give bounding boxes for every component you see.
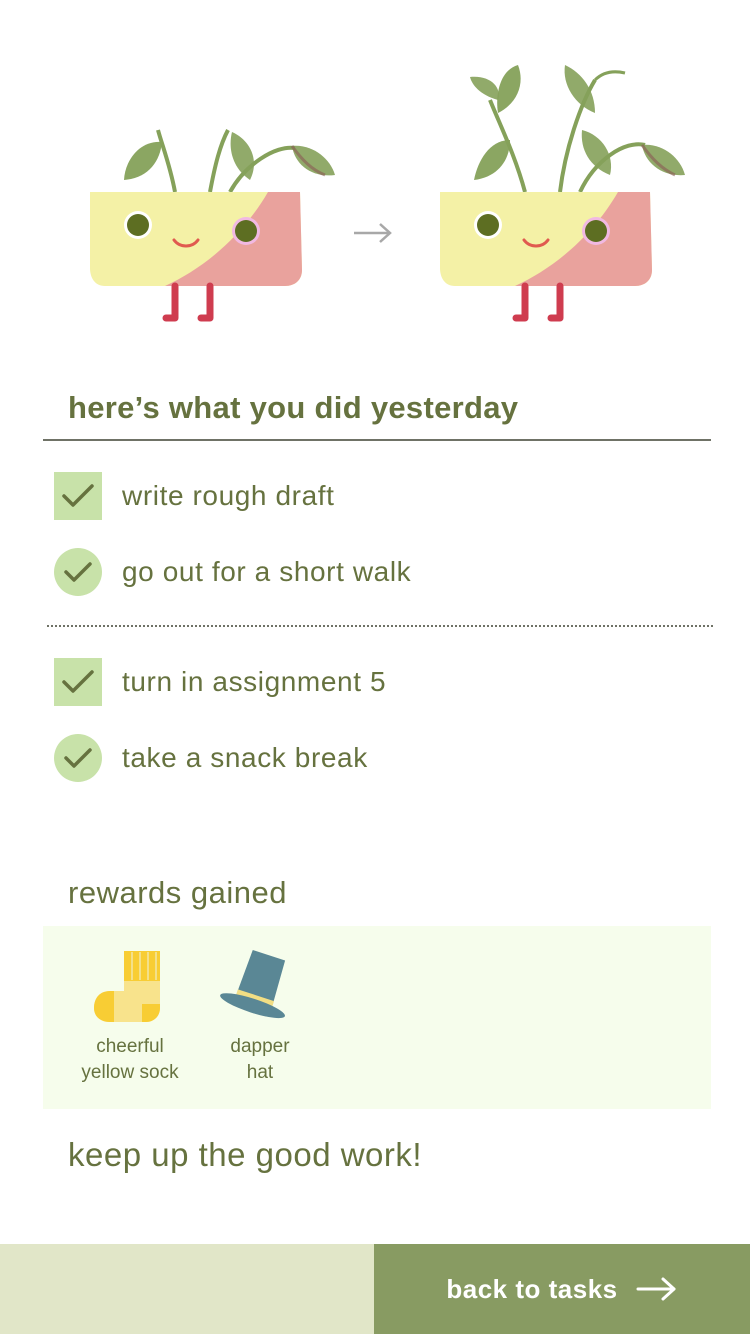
radio-checked[interactable] [54, 548, 102, 596]
checkmark-icon [62, 484, 94, 507]
task-item[interactable]: write rough draft [54, 472, 694, 520]
back-to-tasks-label: back to tasks [446, 1273, 618, 1304]
plant-pot-grown-icon [440, 65, 685, 322]
plant-pot-small-icon [90, 129, 335, 322]
arrow-right-icon [636, 1277, 676, 1301]
arrow-right-icon [354, 223, 392, 243]
task-divider [47, 625, 713, 627]
radio-checked[interactable] [54, 734, 102, 782]
back-to-tasks-button[interactable]: back to tasks [374, 1244, 750, 1334]
top-hat-icon [220, 950, 286, 1019]
reward-name-line1: dapper [230, 1036, 290, 1057]
task-item[interactable]: turn in assignment 5 [54, 658, 694, 706]
checkmark-icon [64, 748, 92, 768]
checkmark-icon [64, 562, 92, 582]
rewards-panel: cheerful yellow sock dapper hat [43, 926, 711, 1109]
task-item[interactable]: take a snack break [54, 734, 694, 782]
rewards-title: rewards gained [68, 875, 287, 910]
sock-icon [94, 951, 160, 1022]
reward-item-sock[interactable]: cheerful yellow sock [60, 946, 200, 1086]
title-divider [43, 439, 711, 441]
progress-illustration [0, 0, 750, 360]
checkbox-checked[interactable] [54, 472, 102, 520]
summary-title: here’s what you did yesterday [68, 390, 519, 425]
task-label: take a snack break [122, 742, 368, 773]
footer-spacer [0, 1244, 374, 1334]
reward-name-line1: cheerful [96, 1036, 164, 1057]
encouragement-text: keep up the good work! [68, 1136, 423, 1173]
reward-name-line2: yellow sock [81, 1062, 179, 1083]
task-label: go out for a short walk [122, 556, 412, 587]
reward-name-line2: hat [246, 1062, 274, 1083]
checkbox-checked[interactable] [54, 658, 102, 706]
checkmark-icon [62, 670, 94, 693]
task-label: turn in assignment 5 [122, 666, 387, 697]
task-item[interactable]: go out for a short walk [54, 548, 694, 596]
task-label: write rough draft [122, 480, 335, 511]
reward-item-hat[interactable]: dapper hat [190, 946, 330, 1086]
